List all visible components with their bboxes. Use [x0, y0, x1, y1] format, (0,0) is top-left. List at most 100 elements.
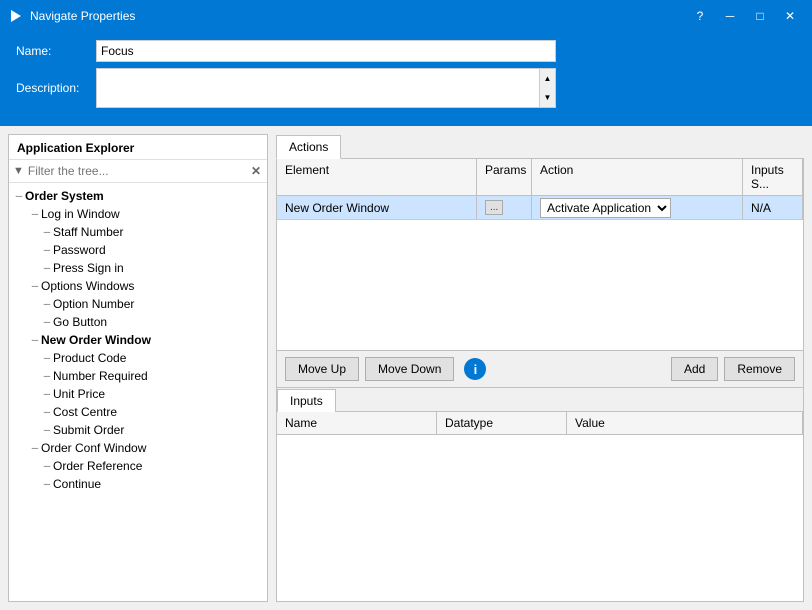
- tree-item-staff-number[interactable]: ─ Staff Number: [9, 223, 267, 241]
- tree-item-new-order-window[interactable]: ─ New Order Window: [9, 331, 267, 349]
- inputs-table-header: Name Datatype Value: [277, 412, 803, 435]
- tree-label: Cost Centre: [53, 405, 117, 419]
- name-input[interactable]: [96, 40, 556, 62]
- tree-item-login-window[interactable]: ─ Log in Window: [9, 205, 267, 223]
- tree-item-option-number[interactable]: ─ Option Number: [9, 295, 267, 313]
- filter-icon: ▼: [13, 165, 24, 177]
- description-input[interactable]: [96, 68, 540, 108]
- td-params: ...: [477, 196, 532, 219]
- tree-item-options-windows[interactable]: ─ Options Windows: [9, 277, 267, 295]
- textarea-scrollbar: ▲ ▼: [540, 68, 556, 108]
- close-button[interactable]: ✕: [776, 2, 804, 30]
- right-panel: Actions Element Params Action Inputs S..…: [276, 134, 804, 602]
- scroll-down-btn[interactable]: ▼: [540, 88, 555, 107]
- window-title: Navigate Properties: [30, 9, 686, 23]
- tree-item-go-button[interactable]: ─ Go Button: [9, 313, 267, 331]
- params-button[interactable]: ...: [485, 200, 503, 215]
- spacer-icon: ─: [41, 425, 53, 435]
- tree-label: Password: [53, 243, 106, 257]
- tree-label: Unit Price: [53, 387, 105, 401]
- spacer-icon: ─: [41, 245, 53, 255]
- help-button[interactable]: ?: [686, 2, 714, 30]
- tree-item-press-sign-in[interactable]: ─ Press Sign in: [9, 259, 267, 277]
- expand-icon: ─: [29, 443, 41, 453]
- spacer-icon: ─: [41, 479, 53, 489]
- tree-item-number-required[interactable]: ─ Number Required: [9, 367, 267, 385]
- tree-item-product-code[interactable]: ─ Product Code: [9, 349, 267, 367]
- maximize-button[interactable]: □: [746, 2, 774, 30]
- td-action: Activate Application Click Type Navigate…: [532, 196, 743, 219]
- spacer-icon: ─: [41, 353, 53, 363]
- table-row[interactable]: New Order Window ... Activate Applicatio…: [277, 196, 803, 220]
- tree-item-order-conf-window[interactable]: ─ Order Conf Window: [9, 439, 267, 457]
- filter-input[interactable]: [28, 164, 249, 178]
- tree-label: Submit Order: [53, 423, 124, 437]
- spacer-icon: ─: [41, 371, 53, 381]
- tree-item-order-system[interactable]: ─ Order System: [9, 187, 267, 205]
- tree-container: ─ Order System ─ Log in Window ─ Staff N…: [9, 183, 267, 601]
- empty-table-area: [277, 220, 803, 350]
- scroll-up-btn[interactable]: ▲: [540, 69, 555, 88]
- td-element: New Order Window: [277, 196, 477, 219]
- tree-label: Number Required: [53, 369, 148, 383]
- inputs-section: Inputs Name Datatype Value: [276, 388, 804, 602]
- description-row: Description: ▲ ▼: [16, 68, 796, 108]
- tree-label: Press Sign in: [53, 261, 124, 275]
- main-content: Application Explorer ▼ ✕ ─ Order System …: [0, 126, 812, 610]
- inputs-th-datatype: Datatype: [437, 412, 567, 434]
- minimize-button[interactable]: ─: [716, 2, 744, 30]
- tree-label: Go Button: [53, 315, 107, 329]
- spacer-icon: ─: [41, 317, 53, 327]
- tree-label: New Order Window: [41, 333, 151, 347]
- expand-icon: ─: [29, 335, 41, 345]
- add-button[interactable]: Add: [671, 357, 718, 381]
- left-panel: Application Explorer ▼ ✕ ─ Order System …: [8, 134, 268, 602]
- spacer-icon: ─: [41, 263, 53, 273]
- spacer-icon: ─: [41, 389, 53, 399]
- tree-label: Log in Window: [41, 207, 120, 221]
- spacer-icon: ─: [41, 461, 53, 471]
- tree-item-order-reference[interactable]: ─ Order Reference: [9, 457, 267, 475]
- description-wrapper: ▲ ▼: [96, 68, 556, 108]
- move-down-button[interactable]: Move Down: [365, 357, 454, 381]
- tree-label: Order Conf Window: [41, 441, 146, 455]
- action-select[interactable]: Activate Application Click Type Navigate…: [540, 198, 671, 218]
- tree-item-cost-centre[interactable]: ─ Cost Centre: [9, 403, 267, 421]
- tree-label: Option Number: [53, 297, 134, 311]
- tab-inputs[interactable]: Inputs: [277, 389, 336, 412]
- title-bar: Navigate Properties ? ─ □ ✕: [0, 0, 812, 32]
- actions-btn-row: Move Up Move Down i Add Remove: [276, 351, 804, 388]
- th-element: Element: [277, 159, 477, 195]
- name-label: Name:: [16, 44, 96, 58]
- info-icon[interactable]: i: [464, 358, 486, 380]
- actions-tab-bar: Actions: [276, 134, 804, 159]
- window-controls: ? ─ □ ✕: [686, 2, 804, 30]
- spacer-icon: ─: [41, 299, 53, 309]
- tree-item-password[interactable]: ─ Password: [9, 241, 267, 259]
- th-params: Params: [477, 159, 532, 195]
- tree-label: Order System: [25, 189, 104, 203]
- filter-row: ▼ ✕: [9, 160, 267, 183]
- inputs-tab-bar: Inputs: [277, 388, 803, 412]
- actions-table: Element Params Action Inputs S... New Or…: [276, 159, 804, 351]
- filter-clear-button[interactable]: ✕: [249, 164, 263, 178]
- tree-label: Order Reference: [53, 459, 142, 473]
- table-header: Element Params Action Inputs S...: [277, 159, 803, 196]
- tree-item-continue[interactable]: ─ Continue: [9, 475, 267, 493]
- tree-label: Options Windows: [41, 279, 134, 293]
- expand-icon: ─: [29, 209, 41, 219]
- th-action: Action: [532, 159, 743, 195]
- move-up-button[interactable]: Move Up: [285, 357, 359, 381]
- tree-item-submit-order[interactable]: ─ Submit Order: [9, 421, 267, 439]
- inputs-th-value: Value: [567, 412, 803, 434]
- description-label: Description:: [16, 81, 96, 95]
- tree-item-unit-price[interactable]: ─ Unit Price: [9, 385, 267, 403]
- action-select-wrapper: Activate Application Click Type Navigate…: [540, 198, 671, 218]
- remove-button[interactable]: Remove: [724, 357, 795, 381]
- header-form: Name: Description: ▲ ▼: [0, 32, 812, 126]
- td-inputs: N/A: [743, 196, 803, 219]
- app-explorer-header: Application Explorer: [9, 135, 267, 160]
- expand-icon: ─: [29, 281, 41, 291]
- tree-label: Product Code: [53, 351, 126, 365]
- tab-actions[interactable]: Actions: [276, 135, 341, 159]
